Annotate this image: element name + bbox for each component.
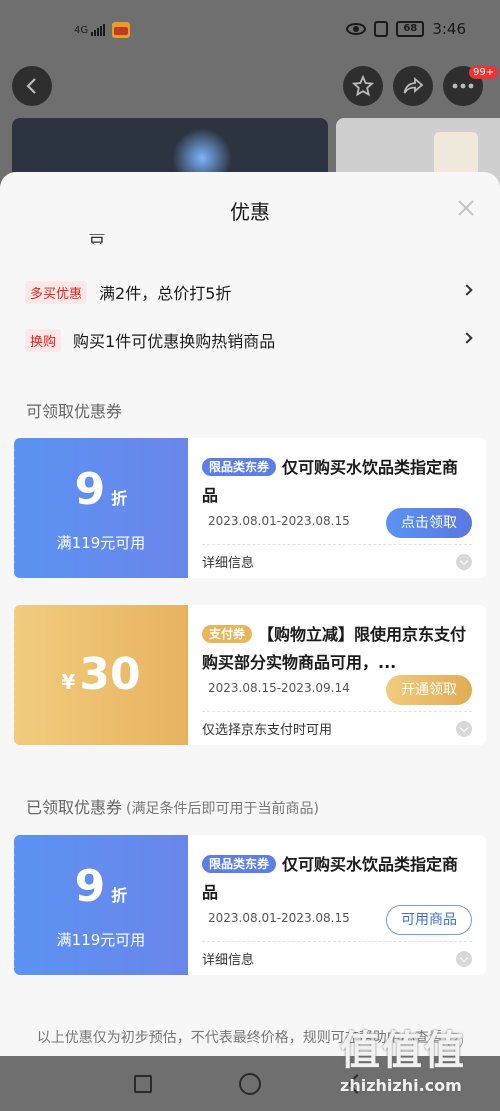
divider xyxy=(202,544,472,545)
app-notification-icon xyxy=(112,22,131,38)
star-icon xyxy=(352,75,374,97)
chevron-right-icon xyxy=(461,284,473,296)
discount-sheet: 优惠 豆 多买优惠 满2件，总价打5折 换购 购买1件可优惠换购热销商品 可领取… xyxy=(0,172,500,1056)
promo-row-trade-up[interactable]: 换购 购买1件可优惠换购热销商品 xyxy=(0,320,500,360)
network-type: 4G xyxy=(74,24,89,36)
recent-apps-button[interactable] xyxy=(134,1075,152,1093)
close-icon[interactable] xyxy=(456,198,476,218)
coupon-detail-panel: 支付券 【购物立减】限使用京东支付购买部分实物商品可用，... 2023.08.1… xyxy=(188,605,486,745)
available-coupons-title: 可领取优惠券 xyxy=(26,402,123,421)
battery-icon: 68 xyxy=(396,21,425,37)
back-button[interactable] xyxy=(12,66,52,106)
coupon-condition: 满119元可用 xyxy=(56,931,146,949)
claimed-coupons-title: 已领取优惠券 (满足条件后即可用于当前商品) xyxy=(26,798,319,817)
claim-coupon-button[interactable]: 点击领取 xyxy=(386,508,472,538)
coupon-detail-panel: 限品类东券 仅可购买水饮品类指定商品 2023.08.01-2023.08.15 … xyxy=(188,835,486,975)
chevron-right-icon xyxy=(461,332,473,344)
site-watermark: 值值值 zhizhizhi.com xyxy=(340,1018,495,1108)
coupon-detail-panel: 限品类东券 仅可购买水饮品类指定商品 2023.08.01-2023.08.15 … xyxy=(188,438,486,578)
status-left: 4G xyxy=(74,22,131,38)
coupon-condition: 满119元可用 xyxy=(56,534,146,552)
coupon-description: 支付券 【购物立减】限使用京东支付购买部分实物商品可用，... xyxy=(202,625,467,672)
coupon-value-panel: 9折 满119元可用 xyxy=(14,835,188,975)
applicable-products-button[interactable]: 可用商品 xyxy=(386,905,472,935)
coupon-description: 限品类东券 仅可购买水饮品类指定商品 xyxy=(202,458,459,505)
status-bar: 4G 68 3:46 xyxy=(0,0,500,62)
promo-tag: 换购 xyxy=(25,328,62,352)
watermark-url: zhizhizhi.com xyxy=(340,1076,462,1095)
scrolled-text-fragment: 豆 xyxy=(88,234,106,244)
claimed-coupons-subtitle: (满足条件后即可用于当前商品) xyxy=(126,801,319,817)
coupon-validity: 2023.08.15-2023.09.14 xyxy=(208,681,350,695)
coupon-type-tag: 限品类东券 xyxy=(202,458,277,476)
signal-icon xyxy=(91,24,106,36)
promo-text: 购买1件可优惠换购热销商品 xyxy=(73,332,276,351)
coupon-discount: 9折 xyxy=(74,861,128,912)
expand-icon[interactable] xyxy=(456,721,472,737)
vibrate-icon xyxy=(374,21,389,37)
coupon-validity: 2023.08.01-2023.08.15 xyxy=(208,514,350,528)
divider xyxy=(202,711,472,712)
home-button[interactable] xyxy=(239,1073,261,1095)
chevron-left-icon xyxy=(26,78,36,94)
share-button[interactable] xyxy=(393,66,433,106)
share-icon xyxy=(403,77,424,94)
coupon-card: 9折 满119元可用 限品类东券 仅可购买水饮品类指定商品 2023.08.01-… xyxy=(14,835,486,975)
more-dots-icon xyxy=(452,83,474,89)
coupon-type-tag: 限品类东券 xyxy=(202,855,277,873)
coupon-details-link[interactable]: 详细信息 xyxy=(202,949,254,968)
favorite-button[interactable] xyxy=(343,66,383,106)
status-right: 68 3:46 xyxy=(346,20,466,38)
clock: 3:46 xyxy=(432,20,466,38)
coupon-type-tag: 支付券 xyxy=(202,625,253,643)
message-count-badge: 99+ xyxy=(469,66,499,79)
coupon-details-link[interactable]: 详细信息 xyxy=(202,552,254,571)
coupon-value-panel: ¥30 xyxy=(14,605,188,745)
coupon-validity: 2023.08.01-2023.08.15 xyxy=(208,911,350,925)
activate-claim-button[interactable]: 开通领取 xyxy=(386,675,472,705)
expand-icon[interactable] xyxy=(456,554,472,570)
promo-text: 满2件，总价打5折 xyxy=(99,284,232,303)
promo-tag: 多买优惠 xyxy=(25,280,88,304)
coupon-footer-note[interactable]: 仅选择京东支付时可用 xyxy=(202,719,332,738)
expand-icon[interactable] xyxy=(456,951,472,967)
coupon-card: ¥30 支付券 【购物立减】限使用京东支付购买部分实物商品可用，... 2023.… xyxy=(14,605,486,745)
coupon-discount: 9折 xyxy=(74,464,128,515)
coupon-amount: ¥30 xyxy=(61,649,141,700)
promo-row-multi-buy[interactable]: 多买优惠 满2件，总价打5折 xyxy=(0,272,500,312)
sheet-title: 优惠 xyxy=(230,200,270,224)
coupon-value-panel: 9折 满119元可用 xyxy=(14,438,188,578)
divider xyxy=(202,941,472,942)
coupon-description: 限品类东券 仅可购买水饮品类指定商品 xyxy=(202,855,459,902)
watermark-logo: 值值值 xyxy=(340,1028,466,1074)
coupon-card: 9折 满119元可用 限品类东券 仅可购买水饮品类指定商品 2023.08.01-… xyxy=(14,438,486,578)
eye-comfort-icon xyxy=(346,23,367,35)
